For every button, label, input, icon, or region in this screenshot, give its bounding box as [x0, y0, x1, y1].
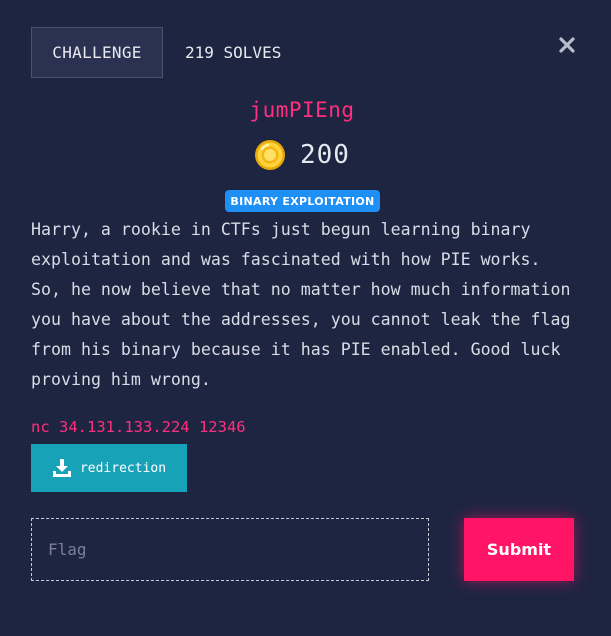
flag-input[interactable] — [31, 518, 429, 581]
tab-solves[interactable]: 219 SOLVES — [185, 43, 281, 62]
category-badge: BINARY EXPLOITATION — [225, 190, 380, 212]
tab-challenge[interactable]: CHALLENGE — [31, 27, 163, 78]
connection-info: nc 34.131.133.224 12346 — [31, 418, 246, 436]
download-file-button[interactable]: redirection — [31, 444, 187, 492]
close-button[interactable] — [556, 34, 578, 56]
coin-icon — [255, 140, 285, 170]
challenge-description: Harry, a rookie in CTFs just begun learn… — [31, 220, 571, 389]
points-row: 200 — [254, 139, 350, 171]
download-icon — [52, 459, 71, 477]
challenge-points: 200 — [300, 140, 350, 170]
submit-button[interactable]: Submit — [464, 518, 574, 581]
tab-bar: CHALLENGE 219 SOLVES — [31, 27, 281, 78]
download-file-label: redirection — [79, 460, 167, 476]
close-icon — [559, 37, 575, 53]
challenge-title: jumPIEng — [249, 98, 355, 122]
challenge-modal: CHALLENGE 219 SOLVES jumPIEng 200 BINARY… — [0, 0, 611, 636]
